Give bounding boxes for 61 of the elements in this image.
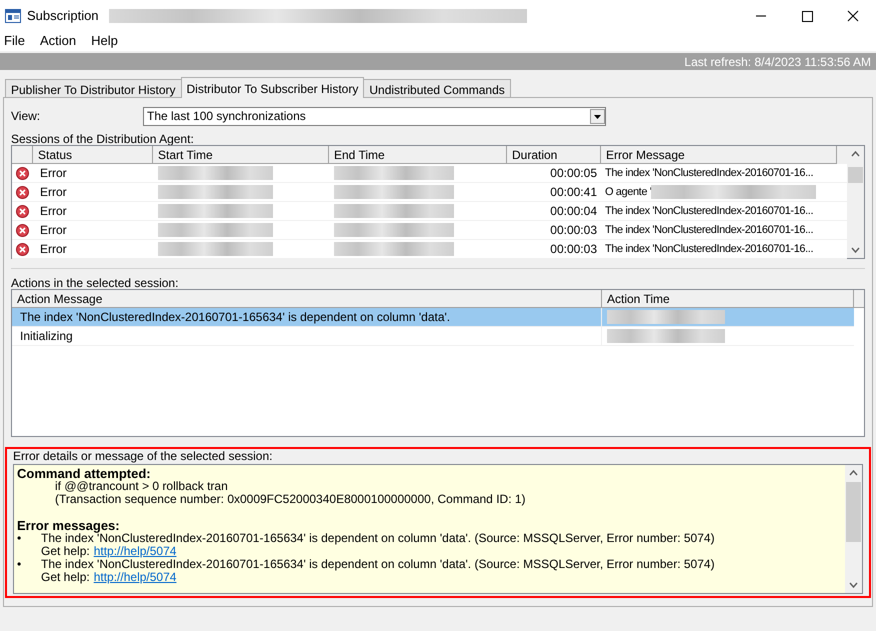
tab[interactable]: Publisher To Distributor History [5, 79, 182, 97]
duration-cell-text: 00:00:03 [550, 222, 597, 239]
duration-cell-text: 00:00:41 [550, 184, 597, 201]
column-header[interactable]: End Time [329, 146, 507, 164]
scrollbar[interactable] [845, 465, 862, 593]
action-message-cell-text: Initializing [20, 328, 73, 345]
status-cell-text: Error [40, 241, 67, 258]
tab[interactable]: Undistributed Commands [363, 79, 511, 97]
last-refresh-text: Last refresh: 8/4/2023 11:53:56 AM [684, 54, 871, 70]
error-icon [16, 186, 29, 198]
error-icon [16, 242, 29, 256]
corner-header [12, 146, 33, 164]
duration-cell-text: 00:00:05 [550, 165, 597, 182]
error-icon [16, 166, 29, 180]
action-row[interactable]: The index 'NonClusteredIndex-20160701-165634' is dependent on column 'data'. [12, 308, 854, 327]
error-icon [16, 204, 29, 218]
status-cell-text: Error [40, 184, 67, 201]
menu-item[interactable]: Action [40, 31, 76, 51]
view-label: View: [11, 109, 40, 123]
action-row[interactable]: Initializing [12, 327, 854, 346]
error-message-cell-text: The index 'NonClusteredIndex-20160701-16... [605, 222, 814, 238]
help-label: Get help: [41, 571, 90, 584]
status-cell-text: Error [40, 203, 67, 220]
column-header[interactable]: Status [33, 146, 153, 164]
error-icon [16, 224, 29, 236]
window-icon [5, 8, 21, 22]
column-header[interactable]: Action Message [12, 290, 602, 307]
help-link[interactable]: http://help/5074 [94, 545, 176, 558]
detail-text: if @@trancount > 0 rollback tran [54, 480, 229, 493]
scrollbar[interactable] [847, 146, 864, 258]
column-header[interactable]: Action Time [602, 290, 854, 307]
status-cell-text: Error [40, 222, 67, 239]
sessions-label: Sessions of the Distribution Agent: [11, 132, 194, 146]
scroll-thumb[interactable] [848, 167, 863, 183]
section-heading: Command attempted: [17, 467, 152, 480]
column-header[interactable]: Duration [507, 146, 601, 164]
action-message-cell-text: The index 'NonClusteredIndex-20160701-165634' is dependent on column 'data'. [20, 309, 450, 326]
duration-cell-text: 00:00:04 [550, 203, 597, 220]
error-message-cell-text: The index 'NonClusteredIndex-20160701-16... [605, 204, 814, 219]
error-details-label: Error details or message of the selected session: [13, 449, 272, 463]
view-dropdown[interactable]: The last 100 synchronizations [143, 106, 606, 126]
actions-label: Actions in the selected session: [11, 276, 178, 290]
error-message-cell-text: The index 'NonClusteredIndex-20160701-16... [605, 166, 814, 181]
section-heading: Error messages: [17, 519, 121, 532]
window-title: Subscription [27, 6, 99, 25]
bullet-icon: • [17, 558, 41, 584]
bullet-icon: • [17, 532, 41, 558]
scroll-thumb[interactable] [846, 482, 861, 542]
tab[interactable]: Distributor To Subscriber History [180, 77, 364, 98]
detail-text: (Transaction sequence number: 0x0009FC52000340E8000100000000, Command ID: 1) [54, 493, 527, 506]
help-link[interactable]: http://help/5074 [94, 571, 176, 584]
menu-item[interactable]: File [4, 31, 25, 51]
duration-cell-text: 00:00:03 [550, 241, 597, 258]
column-header[interactable]: Start Time [153, 146, 329, 164]
error-text: The index 'NonClusteredIndex-20160701-165634' is dependent on column 'data'. (Source: MSSQLServer, Error number: 5074) [41, 532, 715, 545]
error-message-cell-text: The index 'NonClusteredIndex-20160701-16... [605, 242, 814, 257]
error-text: The index 'NonClusteredIndex-20160701-165634' is dependent on column 'data'. (Source: MSSQLServer, Error number: 5074) [41, 558, 715, 571]
menu-item[interactable]: Help [91, 31, 118, 51]
column-header[interactable]: Error Message [601, 146, 837, 164]
status-cell-text: Error [40, 165, 67, 182]
help-label: Get help: [41, 545, 90, 558]
